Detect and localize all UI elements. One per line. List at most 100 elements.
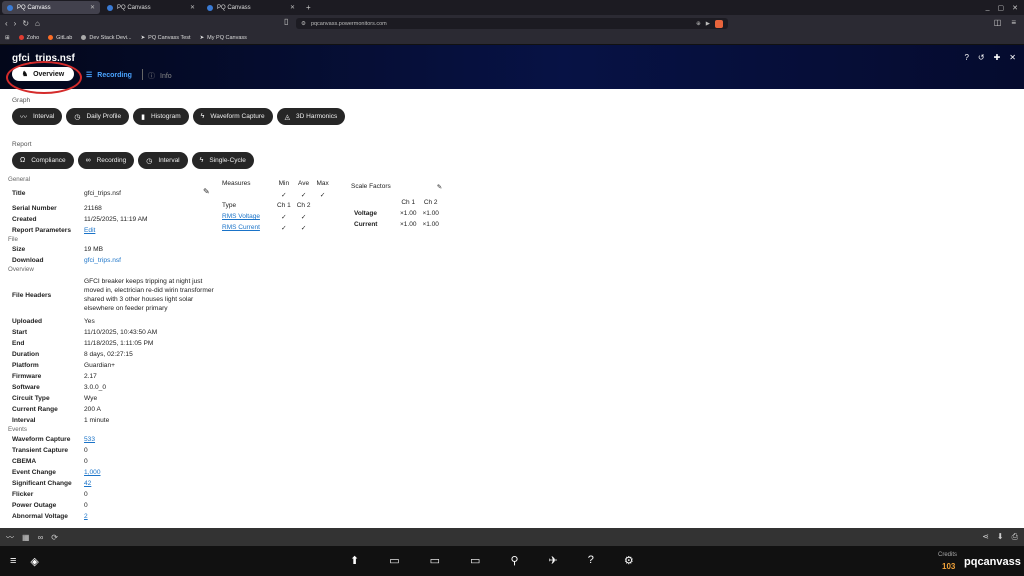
- close-tab-icon[interactable]: ✕: [190, 4, 195, 11]
- map-icon[interactable]: ▦: [22, 533, 30, 542]
- forward-icon[interactable]: ›: [14, 19, 17, 28]
- sidebar-icon[interactable]: ◫: [994, 18, 1002, 27]
- download-icon[interactable]: ⬇: [997, 532, 1004, 542]
- bookmark-item[interactable]: Zoho: [18, 35, 39, 41]
- maximize-icon[interactable]: ▢: [998, 4, 1005, 12]
- detail-row: Duration 8 days, 02:27:15: [8, 349, 228, 360]
- scale-factors-table: Scale Factors ✎ Ch 1 Ch 2 Voltage ×1.00 ×1.0…: [351, 183, 442, 230]
- tab-favicon-icon: [107, 4, 113, 11]
- zoom-icon[interactable]: ⊕: [696, 21, 701, 27]
- edit-parameters-link[interactable]: Edit: [84, 225, 95, 236]
- reload-icon[interactable]: ↻: [22, 19, 29, 28]
- detail-key: Significant Change: [12, 480, 72, 487]
- close-window-icon[interactable]: ✕: [1012, 4, 1018, 12]
- recording-folder-icon[interactable]: ▭: [389, 554, 399, 567]
- report-recording-button[interactable]: ∞ Recording: [77, 152, 135, 169]
- back-icon[interactable]: ‹: [5, 19, 8, 28]
- graph-daily-profile-button[interactable]: ◷ Daily Profile: [66, 108, 130, 125]
- graph-waveform-capture-button[interactable]: ϟ Waveform Capture: [192, 108, 273, 125]
- browser-tab[interactable]: PQ Canvass ✕: [202, 1, 300, 14]
- close-icon[interactable]: ✕: [1009, 53, 1016, 62]
- tab-favicon-icon: [207, 4, 213, 11]
- event-count-link[interactable]: 1,000: [84, 467, 101, 478]
- harmonics-icon: ◬: [284, 113, 291, 121]
- print-icon[interactable]: ⎙: [1012, 532, 1018, 542]
- detail-value: 1 minute: [84, 417, 110, 424]
- brave-shield-icon[interactable]: [715, 19, 723, 28]
- download-link[interactable]: gfci_trips.nsf: [84, 255, 121, 266]
- pin-icon[interactable]: ✚: [994, 53, 1001, 62]
- edit-title-icon[interactable]: ✎: [203, 187, 210, 196]
- menu-icon[interactable]: ≡: [1011, 18, 1016, 27]
- url-bar[interactable]: ⚙ pqcanvass.powermonitors.com ⊕ ▶: [296, 18, 728, 29]
- detail-row: Significant Change 42: [8, 478, 228, 489]
- close-tab-icon[interactable]: ✕: [290, 4, 295, 11]
- minimize-icon[interactable]: _: [986, 4, 990, 12]
- apps-grid-icon[interactable]: ⊞: [5, 35, 10, 41]
- browser-tab[interactable]: PQ Canvass ✕: [2, 1, 100, 14]
- report-single-cycle-button[interactable]: ϟ Single-Cycle: [191, 152, 254, 169]
- bookmark-item[interactable]: ➤ My PQ Canvass: [200, 35, 247, 41]
- button-label: Histogram: [150, 113, 181, 120]
- check-icon[interactable]: ✓: [274, 211, 294, 222]
- browser-tab[interactable]: PQ Canvass ✕: [102, 1, 200, 14]
- report-compliance-button[interactable]: Ω Compliance: [12, 152, 74, 169]
- detail-row: Event Change 1,000: [8, 467, 228, 478]
- col-header: Min: [278, 180, 290, 187]
- play-icon[interactable]: ▶: [706, 21, 710, 27]
- detail-key: Transient Capture: [12, 447, 69, 454]
- site-settings-icon[interactable]: ⚙: [301, 21, 306, 27]
- hamburger-menu-icon[interactable]: ≡: [10, 555, 16, 568]
- event-count-link[interactable]: 42: [84, 478, 91, 489]
- graph-3d-harmonics-button[interactable]: ◬ 3D Harmonics: [276, 108, 346, 125]
- help-icon[interactable]: ?: [964, 53, 968, 62]
- help-icon[interactable]: ?: [588, 554, 594, 567]
- location-icon[interactable]: ⚲: [510, 554, 518, 567]
- trend-icon: 〰: [20, 113, 27, 121]
- tab-info[interactable]: ⓘ Info: [148, 71, 172, 81]
- satellite-icon[interactable]: ✈: [549, 554, 558, 567]
- bookmark-item[interactable]: ➤ PQ Canvass Test: [141, 35, 191, 41]
- event-count-link[interactable]: 2: [84, 511, 88, 522]
- home-icon[interactable]: ⌂: [35, 19, 40, 28]
- tab-title: PQ Canvass: [117, 4, 151, 11]
- detail-key: Size: [12, 246, 26, 253]
- detail-key: End: [12, 340, 25, 347]
- upload-icon[interactable]: ⬆: [350, 554, 359, 567]
- layers-icon[interactable]: ◈: [30, 555, 38, 568]
- detail-row: Flicker 0: [8, 489, 228, 500]
- check-icon[interactable]: ✓: [294, 211, 314, 222]
- detail-key: File Headers: [12, 291, 52, 299]
- scale-factors-label: Scale Factors: [351, 183, 391, 190]
- rms-current-link[interactable]: RMS Current: [222, 222, 274, 233]
- camera-folder-icon[interactable]: ▭: [470, 554, 480, 567]
- graph-histogram-button[interactable]: ▮ Histogram: [133, 108, 189, 125]
- tab-recording[interactable]: ☰ Recording: [86, 71, 132, 80]
- graph-interval-button[interactable]: 〰 Interval: [12, 108, 63, 125]
- trend-icon[interactable]: 〰: [6, 532, 14, 543]
- graph-folder-icon[interactable]: ▭: [430, 554, 440, 567]
- new-tab-icon[interactable]: +: [306, 3, 311, 12]
- browser-tab-bar: PQ Canvass ✕ PQ Canvass ✕ PQ Canvass ✕ + _ ▢…: [0, 0, 1024, 15]
- history-icon[interactable]: ↺: [978, 53, 985, 62]
- close-tab-icon[interactable]: ✕: [90, 4, 95, 11]
- check-icon[interactable]: ✓: [313, 189, 331, 200]
- bookmark-page-icon[interactable]: ▯: [284, 17, 288, 26]
- check-icon[interactable]: ✓: [274, 222, 294, 233]
- settings-gear-icon[interactable]: ⚙: [624, 554, 634, 567]
- share-icon[interactable]: ⋖: [982, 532, 989, 542]
- bookmark-item[interactable]: Dev Stack Devi...: [81, 35, 132, 41]
- detail-row: Size 19 MB: [8, 244, 228, 255]
- check-icon[interactable]: ✓: [294, 189, 314, 200]
- tape-icon[interactable]: ∞: [38, 533, 44, 542]
- rms-voltage-link[interactable]: RMS Voltage: [222, 211, 274, 222]
- report-interval-button[interactable]: ◷ Interval: [138, 152, 188, 169]
- check-icon[interactable]: ✓: [294, 222, 314, 233]
- edit-scale-icon[interactable]: ✎: [437, 183, 442, 191]
- refresh-icon[interactable]: ⟳: [51, 533, 58, 542]
- detail-key: Start: [12, 329, 28, 336]
- event-count-link[interactable]: 533: [84, 434, 95, 445]
- check-icon[interactable]: ✓: [274, 189, 294, 200]
- bookmark-item[interactable]: GitLab: [48, 35, 72, 41]
- tab-overview[interactable]: ♞ Overview: [12, 67, 74, 81]
